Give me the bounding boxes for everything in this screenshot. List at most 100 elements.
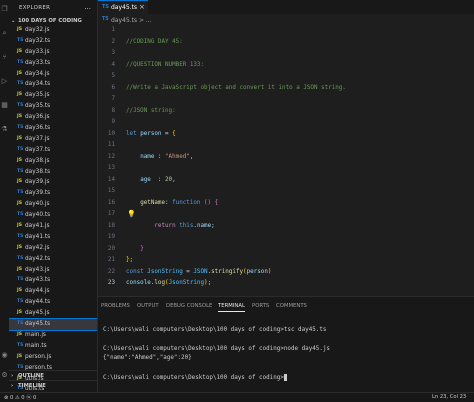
file-item[interactable]: TS day40.ts xyxy=(9,210,97,221)
code-line[interactable]: 21}; xyxy=(98,255,474,267)
tab-problems[interactable]: PROBLEMS xyxy=(101,303,130,309)
problems-status[interactable]: ⊗ 0 ⚠ 0 ⓦ 0 xyxy=(4,394,36,401)
code-line[interactable]: 4 //QUESTION NUMBER 133: xyxy=(98,60,474,72)
code-line[interactable]: 7 xyxy=(98,94,474,106)
search-icon[interactable]: ⌕ xyxy=(1,30,8,37)
tab-terminal[interactable]: TERMINAL xyxy=(218,303,245,312)
code-line[interactable]: 6 //Write a JavaScript object and convert… xyxy=(98,83,474,95)
code-line[interactable]: 9 xyxy=(98,117,474,129)
file-item[interactable]: TS main.ts xyxy=(9,341,97,352)
file-item[interactable]: JS person.js xyxy=(9,352,97,363)
file-item[interactable]: TS day33.ts xyxy=(9,58,97,69)
code-line[interactable]: 14 age : 20, xyxy=(98,175,474,187)
tab-debug-console[interactable]: DEBUG CONSOLE xyxy=(166,303,212,309)
code-text: //CODING DAY 45: xyxy=(126,37,183,49)
typescript-icon: TS xyxy=(17,146,24,152)
code-line[interactable]: 19 xyxy=(98,232,474,244)
code-line[interactable]: 20 } xyxy=(98,244,474,256)
code-line[interactable]: 5 xyxy=(98,71,474,83)
file-item[interactable]: TS day37.ts xyxy=(9,145,97,156)
cursor-position[interactable]: Ln 23, Col 23 xyxy=(432,394,466,400)
code-text: console.log(JsonString); xyxy=(126,278,211,290)
file-item[interactable]: TS day39.ts xyxy=(9,188,97,199)
file-item[interactable]: TS day32.ts xyxy=(9,36,97,47)
code-line[interactable]: 1 xyxy=(98,25,474,37)
code-editor[interactable]: 1 2//CODING DAY 45: 3 4//QUESTION NUMBER 13… xyxy=(98,25,474,290)
code-token: //QUESTION NUMBER 133: xyxy=(126,61,205,68)
code-line[interactable]: 11 xyxy=(98,140,474,152)
javascript-icon: JS xyxy=(17,48,23,54)
code-token: : xyxy=(150,176,166,183)
tab-day45-ts[interactable]: TS day45.ts × xyxy=(98,0,148,15)
code-line[interactable]: 12 name : "Ahmed", xyxy=(98,152,474,164)
file-name: day32.ts xyxy=(25,37,51,44)
outline-section[interactable]: › OUTLINE xyxy=(9,370,97,380)
code-line[interactable]: 16 getName: function () { xyxy=(98,198,474,210)
code-text: //QUESTION NUMBER 133: xyxy=(126,60,204,72)
source-control-icon[interactable]: ⑂ xyxy=(1,54,8,61)
code-line[interactable]: 17 xyxy=(98,209,474,221)
code-line[interactable]: 22 const JsonString = JSON.stringify(pers… xyxy=(98,267,474,279)
file-item[interactable]: JS day40.js xyxy=(9,199,97,210)
tab-ports[interactable]: PORTS xyxy=(252,303,269,309)
extensions-icon[interactable]: ▦ xyxy=(1,102,8,109)
file-name: day35.ts xyxy=(25,103,51,110)
file-item[interactable]: JS day32.js xyxy=(9,25,97,36)
file-item[interactable]: TS day42.ts xyxy=(9,254,97,265)
file-item[interactable]: TS day36.ts xyxy=(9,123,97,134)
code-line[interactable]: 18 return this.name; xyxy=(98,221,474,233)
code-line[interactable]: 13 xyxy=(98,163,474,175)
flask-icon[interactable]: ⚗ xyxy=(1,126,8,133)
file-item[interactable]: JS day45.js xyxy=(9,308,97,319)
file-item[interactable]: TS day41.ts xyxy=(9,232,97,243)
file-item[interactable]: TS day45.ts xyxy=(9,318,97,331)
file-item[interactable]: TS day34.ts xyxy=(9,79,97,90)
file-item[interactable]: JS day37.js xyxy=(9,134,97,145)
file-item[interactable]: TS day44.ts xyxy=(9,297,97,308)
file-item[interactable]: JS day42.js xyxy=(9,243,97,254)
file-item[interactable]: TS day43.ts xyxy=(9,275,97,286)
breadcrumb[interactable]: TS day45.ts > ... xyxy=(98,15,474,25)
file-item[interactable]: TS day35.ts xyxy=(9,101,97,112)
file-item[interactable]: JS day35.js xyxy=(9,90,97,101)
files-icon[interactable]: ❐ xyxy=(1,6,8,13)
gear-icon[interactable]: ⚙ xyxy=(1,372,8,379)
file-name: day44.js xyxy=(25,288,50,295)
file-item[interactable]: JS day38.js xyxy=(9,156,97,167)
tab-output[interactable]: OUTPUT xyxy=(137,303,159,309)
line-number: 18 xyxy=(107,222,115,229)
file-item[interactable]: JS day36.js xyxy=(9,112,97,123)
line-number: 6 xyxy=(111,84,115,91)
close-icon[interactable]: × xyxy=(139,3,145,11)
code-line[interactable]: 10 let person = { xyxy=(98,129,474,141)
file-item[interactable]: JS day39.js xyxy=(9,177,97,188)
file-item[interactable]: JS day43.js xyxy=(9,265,97,276)
code-line[interactable]: 3 xyxy=(98,48,474,60)
file-item[interactable]: JS day33.js xyxy=(9,47,97,58)
more-actions-icon[interactable]: ... xyxy=(84,3,91,11)
file-name: day34.js xyxy=(25,70,50,77)
account-icon[interactable]: ◉ xyxy=(1,352,8,359)
run-debug-icon[interactable]: ▷ xyxy=(1,78,8,85)
code-line[interactable]: 8 //JSON string: xyxy=(98,106,474,118)
code-line[interactable]: 2 //CODING DAY 45: xyxy=(98,37,474,49)
file-item[interactable]: JS day34.js xyxy=(9,69,97,80)
javascript-icon: JS xyxy=(17,92,23,98)
typescript-icon: TS xyxy=(17,342,24,348)
code-line[interactable]: 23 console.log(JsonString); xyxy=(98,278,474,290)
code-token: //CODING DAY 45: xyxy=(126,38,183,45)
file-item[interactable]: TS day38.ts xyxy=(9,167,97,178)
file-name: day32.js xyxy=(25,27,50,33)
code-line[interactable]: 15 xyxy=(98,186,474,198)
file-item[interactable]: JS day44.js xyxy=(9,286,97,297)
file-item[interactable]: JS day41.js xyxy=(9,221,97,232)
timeline-section[interactable]: › TIMELINE xyxy=(9,380,97,390)
tab-comments[interactable]: COMMENTS xyxy=(276,303,307,309)
lightbulb-icon[interactable]: 💡 xyxy=(127,210,136,218)
file-item[interactable]: JS main.js xyxy=(9,330,97,341)
file-list: JS day32.js TS day32.ts JS day33.js TS day33.ts… xyxy=(9,25,97,392)
typescript-icon: TS xyxy=(17,168,24,174)
breadcrumb-text[interactable]: day45.ts > ... xyxy=(111,17,152,24)
